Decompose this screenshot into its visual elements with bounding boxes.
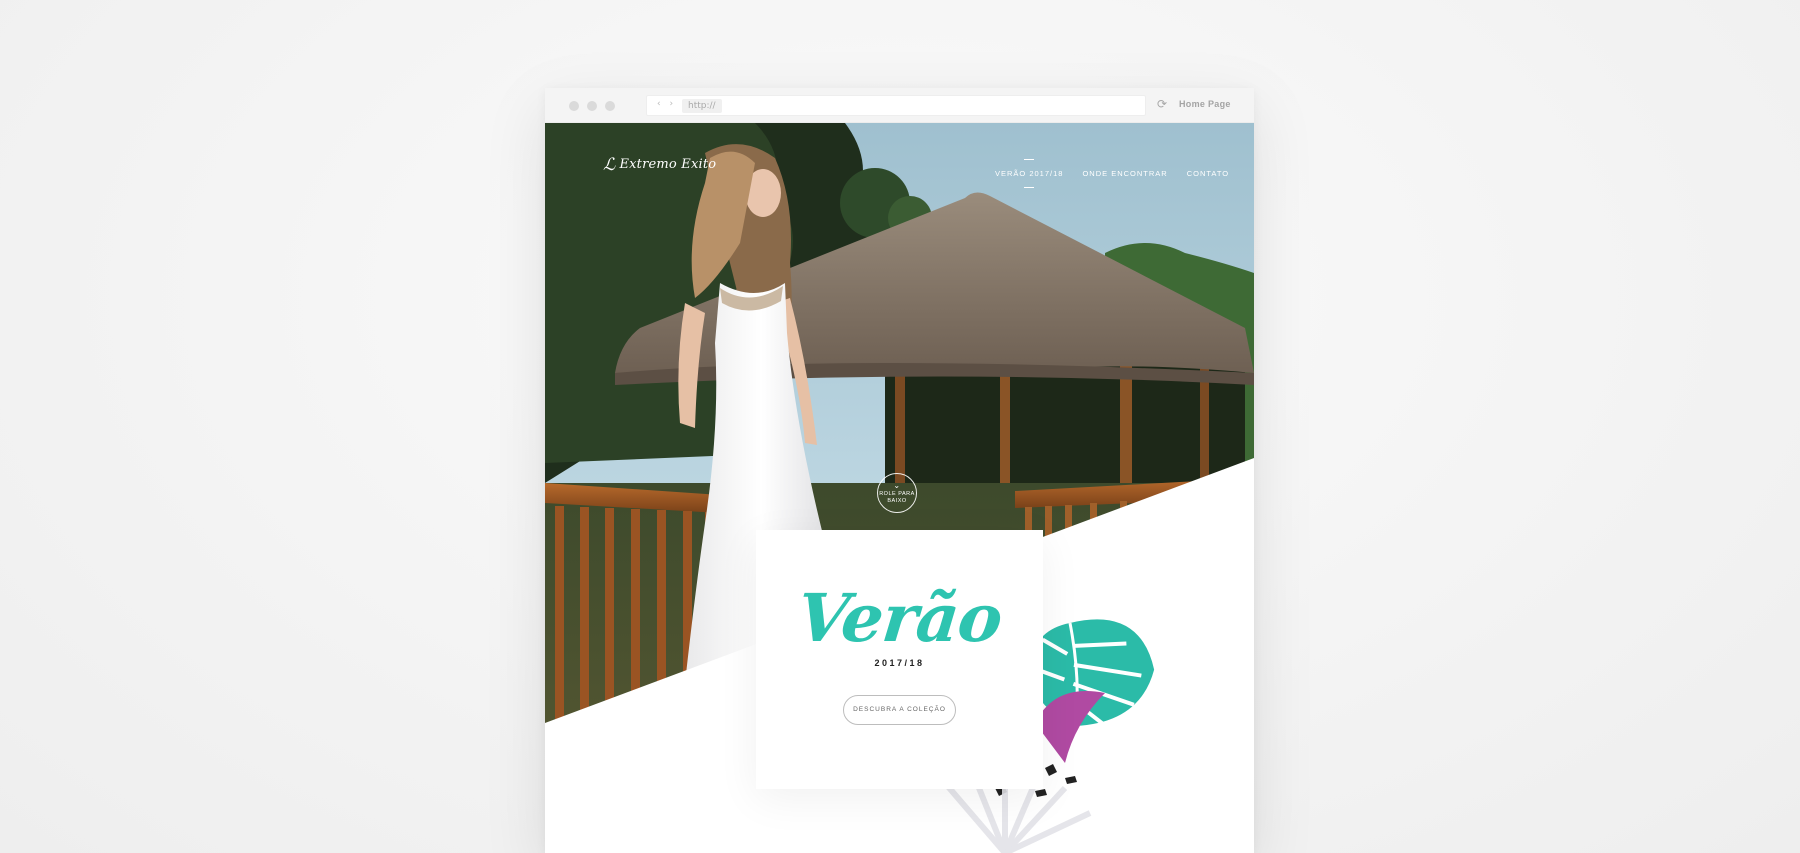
url-text[interactable]: http://: [682, 99, 722, 113]
hero-section: ℒ Extremo Exito VERÃO 2017/18 ONDE ENCONT…: [545, 123, 1254, 853]
home-page-label[interactable]: Home Page: [1179, 99, 1231, 109]
browser-chrome: ‹ › http:// ⟳ Home Page: [545, 88, 1254, 123]
scroll-down-button[interactable]: ⌄ ROLE PARA BAIXO: [877, 473, 917, 513]
nav-item-contato[interactable]: CONTATO: [1187, 169, 1229, 178]
discover-collection-button[interactable]: DESCUBRA A COLEÇÃO: [843, 695, 956, 725]
window-close-dot[interactable]: [569, 101, 579, 111]
browser-window: ‹ › http:// ⟳ Home Page ℒ Extremo Exito …: [545, 88, 1254, 853]
collection-year: 2017/18: [874, 658, 925, 668]
collection-title: Verão: [793, 579, 1006, 657]
address-bar[interactable]: ‹ › http://: [646, 95, 1146, 116]
scroll-badge-label: ROLE PARA BAIXO: [879, 491, 915, 504]
logo-text: Extremo Exito: [619, 157, 717, 172]
site-logo[interactable]: ℒ Extremo Exito: [603, 155, 716, 175]
site-nav: VERÃO 2017/18 ONDE ENCONTRAR CONTATO: [995, 159, 1229, 188]
reload-icon[interactable]: ⟳: [1157, 98, 1167, 110]
nav-item-onde-encontrar[interactable]: ONDE ENCONTRAR: [1082, 169, 1167, 178]
nav-item-verao[interactable]: VERÃO 2017/18: [995, 159, 1063, 188]
chevron-down-icon: ⌄: [893, 481, 901, 490]
nav-arrows-icon[interactable]: ‹ ›: [657, 99, 676, 109]
window-maximize-dot[interactable]: [605, 101, 615, 111]
collection-card: Verão 2017/18 DESCUBRA A COLEÇÃO: [756, 530, 1043, 789]
window-minimize-dot[interactable]: [587, 101, 597, 111]
bird-logo-icon: ℒ: [603, 155, 616, 175]
